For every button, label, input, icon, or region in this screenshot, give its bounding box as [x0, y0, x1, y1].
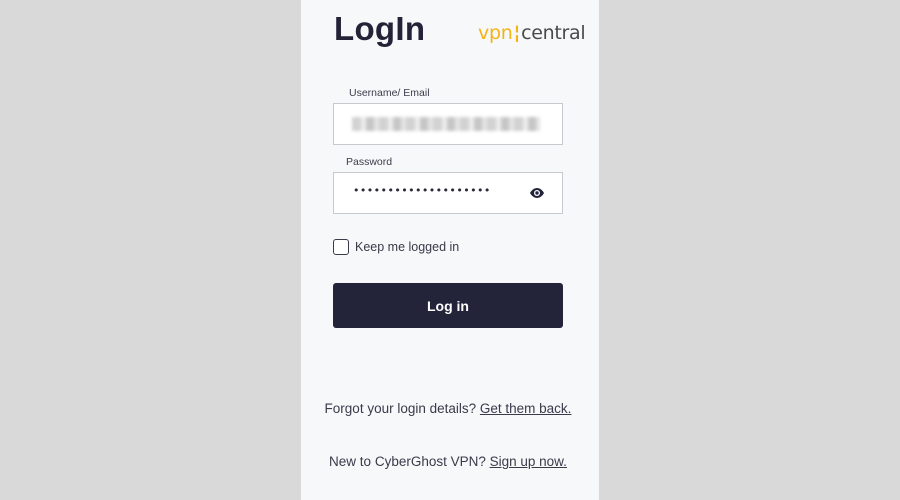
username-field[interactable]: [333, 103, 563, 145]
forgot-details-text: Forgot your login details? Get them back…: [320, 399, 576, 418]
eye-icon[interactable]: [529, 187, 545, 199]
page-title: LogIn: [334, 10, 426, 47]
logo-vpn-text: vpn: [478, 22, 513, 44]
password-masked-value: ••••••••••••••••••••: [353, 184, 491, 197]
vpncentral-logo: vpn¦central: [478, 22, 586, 44]
forgot-prompt: Forgot your login details?: [324, 401, 480, 416]
login-button[interactable]: Log in: [333, 283, 563, 328]
signup-text: New to CyberGhost VPN? Sign up now.: [320, 452, 576, 471]
username-blurred-value: [352, 117, 540, 131]
get-them-back-link[interactable]: Get them back.: [480, 401, 572, 416]
password-field[interactable]: ••••••••••••••••••••: [333, 172, 563, 214]
password-label: Password: [346, 156, 393, 168]
keep-logged-in-label[interactable]: Keep me logged in: [355, 240, 459, 254]
logo-central-text: central: [521, 22, 586, 44]
sign-up-link[interactable]: Sign up now.: [490, 454, 567, 469]
signup-prompt: New to CyberGhost VPN?: [329, 454, 490, 469]
keep-logged-in-checkbox[interactable]: [333, 239, 349, 255]
logo-separator: ¦: [513, 22, 521, 44]
username-label: Username/ Email: [349, 87, 430, 99]
